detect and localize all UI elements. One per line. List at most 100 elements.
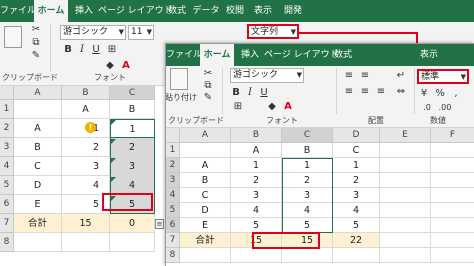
row-header[interactable]: 6	[0, 195, 14, 214]
cell[interactable]	[380, 203, 431, 218]
warning-icon[interactable]: !	[85, 122, 96, 133]
cell[interactable]: 合計	[180, 233, 231, 248]
paste-label[interactable]: 貼り付け	[166, 92, 198, 104]
row-header[interactable]: 3	[166, 173, 180, 188]
cell[interactable]: 3	[62, 157, 110, 176]
cell[interactable]: 1	[333, 158, 380, 173]
cell[interactable]	[110, 233, 155, 252]
column-header[interactable]: A	[14, 86, 62, 100]
cell[interactable]	[431, 203, 474, 218]
cell[interactable]	[380, 158, 431, 173]
cell[interactable]: 5	[333, 218, 380, 233]
cell[interactable]	[431, 143, 474, 158]
merge-center-icon[interactable]: ⇔	[394, 86, 408, 98]
row-header[interactable]: 7	[166, 233, 180, 248]
cell[interactable]: 3	[333, 188, 380, 203]
tab-view[interactable]: 表示	[250, 0, 276, 22]
cell[interactable]: 0	[110, 214, 155, 233]
cell[interactable]: A	[62, 100, 110, 119]
tab-view[interactable]: 表示	[416, 44, 442, 66]
tab-formulas[interactable]: 数式	[164, 0, 190, 22]
cell[interactable]: B	[14, 138, 62, 157]
format-painter-icon[interactable]: ✎	[202, 92, 214, 104]
row-header[interactable]: 2	[0, 119, 14, 138]
cell[interactable]: 4	[333, 203, 380, 218]
align-middle-icon[interactable]: ≡	[358, 70, 372, 82]
currency-icon[interactable]: ¥	[418, 88, 430, 100]
cell[interactable]	[431, 173, 474, 188]
format-painter-icon[interactable]: ✎	[30, 50, 42, 62]
cell[interactable]: 3	[231, 188, 282, 203]
select-all-corner[interactable]	[0, 86, 14, 100]
cut-icon[interactable]: ✂	[30, 24, 42, 36]
underline-icon[interactable]: U	[90, 44, 102, 56]
tab-file[interactable]: ファイル	[166, 44, 202, 66]
column-header[interactable]: A	[180, 128, 231, 143]
cell[interactable]	[431, 188, 474, 203]
cell[interactable]: 2	[62, 138, 110, 157]
cell[interactable]	[14, 100, 62, 119]
cell[interactable]: 2	[231, 173, 282, 188]
cell[interactable]: 5	[231, 218, 282, 233]
column-header[interactable]: C	[110, 86, 155, 100]
paste-icon[interactable]	[170, 68, 188, 90]
cell[interactable]: E	[180, 218, 231, 233]
tab-file[interactable]: ファイル	[0, 0, 36, 22]
fill-color-icon[interactable]: ◆	[104, 60, 116, 72]
row-header[interactable]: 7	[0, 214, 14, 233]
cell[interactable]: C	[333, 143, 380, 158]
row-header[interactable]: 5	[166, 203, 180, 218]
cell[interactable]	[62, 233, 110, 252]
cell[interactable]	[380, 248, 431, 263]
cell[interactable]	[380, 173, 431, 188]
underline-icon[interactable]: U	[258, 87, 270, 99]
tab-insert[interactable]: 挿入	[236, 44, 264, 66]
cell[interactable]: 合計	[14, 214, 62, 233]
cell[interactable]: C	[180, 188, 231, 203]
cell[interactable]: 2	[333, 173, 380, 188]
tab-developer[interactable]: 開発	[279, 0, 307, 22]
cell[interactable]	[231, 248, 282, 263]
tab-formulas[interactable]: 数式	[330, 44, 356, 66]
fill-color-icon[interactable]: ◆	[266, 101, 278, 113]
font-size-dropdown[interactable]: 11 ▼	[128, 25, 154, 40]
row-header[interactable]: 1	[166, 143, 180, 158]
row-header[interactable]: 3	[0, 138, 14, 157]
column-header[interactable]: D	[333, 128, 380, 143]
row-header[interactable]: 8	[0, 233, 14, 252]
font-name-dropdown[interactable]: 游ゴシック ▼	[60, 25, 126, 40]
cell[interactable]: C	[14, 157, 62, 176]
row-header[interactable]: 1	[0, 100, 14, 119]
cell[interactable]: A	[14, 119, 62, 138]
cell[interactable]	[380, 188, 431, 203]
row-header[interactable]: 2	[166, 158, 180, 173]
cell[interactable]	[14, 233, 62, 252]
cell[interactable]	[431, 218, 474, 233]
cell[interactable]: A	[180, 158, 231, 173]
number-format-dropdown[interactable]: 標準 ▼	[417, 69, 469, 84]
font-name-dropdown[interactable]: 游ゴシック ▼	[230, 68, 304, 83]
percent-icon[interactable]: %	[434, 88, 446, 100]
cut-icon[interactable]: ✂	[202, 68, 214, 80]
tab-home[interactable]: ホーム	[34, 0, 68, 22]
cell[interactable]: B	[282, 143, 333, 158]
tab-insert[interactable]: 挿入	[70, 0, 98, 22]
select-all-corner[interactable]	[166, 128, 180, 143]
align-top-icon[interactable]: ≡	[342, 70, 356, 82]
cell[interactable]	[282, 248, 333, 263]
cell[interactable]: B	[110, 100, 155, 119]
cell[interactable]: 22	[333, 233, 380, 248]
tab-page-layout[interactable]: ページ レイアウト	[98, 0, 173, 22]
increase-decimal-icon[interactable]: .0	[420, 102, 434, 114]
italic-icon[interactable]: I	[76, 44, 88, 56]
cell[interactable]	[180, 248, 231, 263]
row-header[interactable]: 6	[166, 218, 180, 233]
cell[interactable]: 15	[62, 214, 110, 233]
row-header[interactable]: 8	[166, 248, 180, 263]
cell[interactable]	[431, 158, 474, 173]
cell[interactable]: B	[180, 173, 231, 188]
row-header[interactable]: 4	[166, 188, 180, 203]
cell[interactable]	[180, 143, 231, 158]
cell[interactable]: 1	[231, 158, 282, 173]
row-header[interactable]: 5	[0, 176, 14, 195]
